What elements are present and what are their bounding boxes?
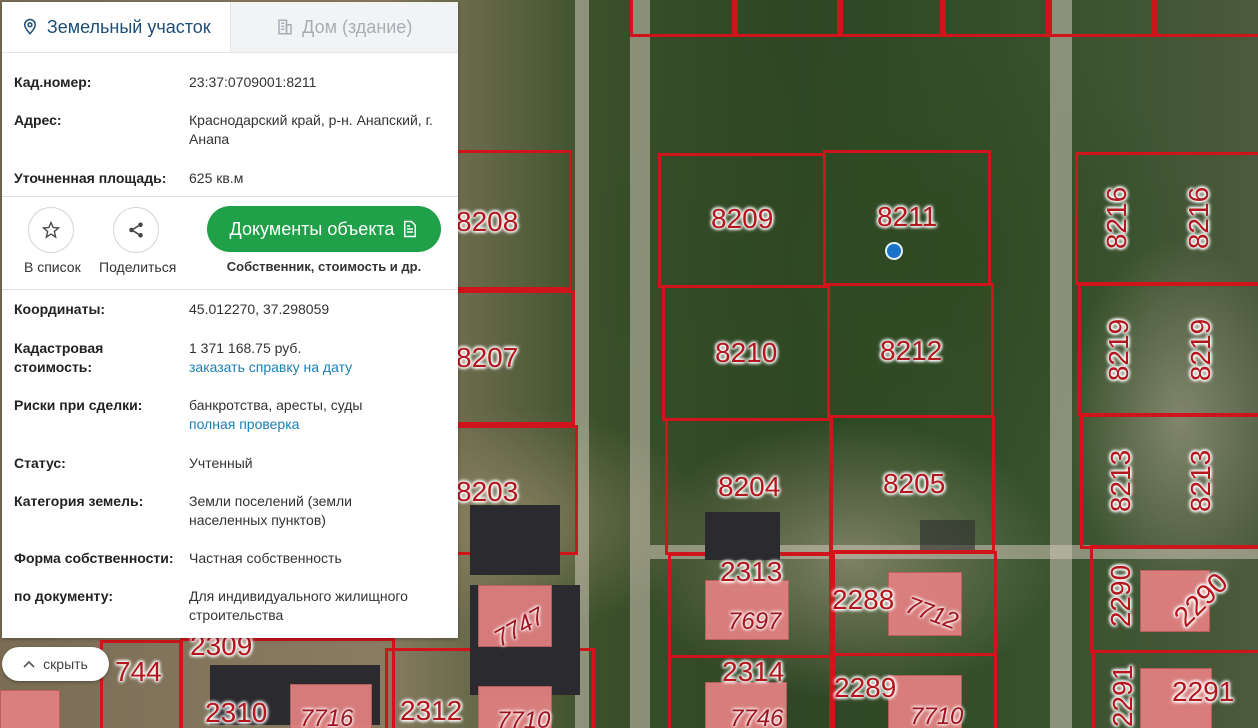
add-to-list-button[interactable] <box>28 207 74 253</box>
field-value: Краснодарский край, р-н. Анапский, г. Ан… <box>189 112 433 147</box>
field-value: 1 371 168.75 руб. <box>189 340 302 356</box>
field-value: Учтенный <box>189 455 253 471</box>
parcel-label: 8219 <box>1103 318 1135 382</box>
parcel-label: 8212 <box>880 335 943 366</box>
parcel-label: 8204 <box>718 471 781 502</box>
parcel-label: 8211 <box>877 201 938 232</box>
parcel[interactable] <box>1049 0 1155 37</box>
parcel-label: 8209 <box>711 203 774 234</box>
field-value: Частная собственность <box>189 550 342 566</box>
field-label: Категория земель: <box>14 493 144 509</box>
building-label: 7710 <box>910 703 964 728</box>
tab-label: Дом (здание) <box>302 16 413 37</box>
field-label: Статус: <box>14 455 66 471</box>
building-label: 7710 <box>497 707 551 728</box>
info-row-coordinates: Координаты: 45.012270, 37.298059 <box>2 300 458 319</box>
building-icon <box>278 19 292 35</box>
parcel-label: 2313 <box>720 556 783 587</box>
parcel-label: 8208 <box>456 206 519 237</box>
field-label: Форма собственности: <box>14 550 174 566</box>
add-to-list-label: В список <box>24 259 81 275</box>
field-value: банкротства, аресты, суды <box>189 397 363 413</box>
parcel-label: 8213 <box>1105 449 1137 513</box>
parcel[interactable] <box>840 0 943 37</box>
house-roof <box>470 505 560 575</box>
parcel-label: 8216 <box>1183 186 1215 250</box>
tab-building[interactable]: Дом (здание) <box>229 2 458 52</box>
order-certificate-link[interactable]: заказать справку на дату <box>189 358 446 377</box>
field-label: Риски при сделки: <box>14 397 143 413</box>
field-label: Уточненная площадь: <box>14 170 167 186</box>
field-value-group: 1 371 168.75 руб. заказать справку на да… <box>189 339 446 377</box>
building-label: 7697 <box>728 608 782 635</box>
selected-point-marker[interactable] <box>885 242 903 260</box>
field-label: Кад.номер: <box>14 74 92 90</box>
parcel-label: 2310 <box>205 697 268 728</box>
field-value: 45.012270, 37.298059 <box>189 301 330 317</box>
parcel[interactable] <box>943 0 1049 37</box>
building-label: 7746 <box>730 705 784 728</box>
document-icon <box>404 220 417 238</box>
parcel[interactable] <box>735 0 840 37</box>
road <box>630 0 650 728</box>
parcel-label: 2312 <box>400 695 463 726</box>
tab-label: Земельный участок <box>46 16 211 37</box>
house-roof <box>705 512 780 560</box>
full-check-link[interactable]: полная проверка <box>189 415 446 434</box>
info-row-document-use: по документу: Для индивидуального жилищн… <box>2 587 458 625</box>
documents-subtitle: Собственник, стоимость и др. <box>226 259 422 274</box>
field-label: Координаты: <box>14 301 106 317</box>
field-value-group: банкротства, аресты, суды полная проверк… <box>189 396 446 434</box>
parcel[interactable] <box>1155 0 1258 37</box>
button-label: Документы объекта <box>229 218 395 239</box>
building-label: 7716 <box>300 705 354 728</box>
tab-land-plot[interactable]: Земельный участок <box>2 2 230 52</box>
parcel-label: 744 <box>115 656 162 687</box>
parcel-label: 2291 <box>1172 676 1235 707</box>
actions-bar: В список Поделиться Документы объекта Со… <box>2 197 458 289</box>
info-row-area: Уточненная площадь: 625 кв.м <box>2 169 458 188</box>
parcel-label: 2291 <box>1107 664 1139 728</box>
parcel-label: 8203 <box>456 476 519 507</box>
field-value: 625 кв.м <box>189 170 244 186</box>
parcel-label: 8219 <box>1185 318 1217 382</box>
star-icon <box>41 220 61 239</box>
info-row-cadastral-cost: Кадастровая стоимость: 1 371 168.75 руб.… <box>2 339 458 377</box>
info-row-risks: Риски при сделки: банкротства, аресты, с… <box>2 396 458 434</box>
field-label: Кадастровая стоимость: <box>14 340 104 375</box>
share-icon <box>129 222 143 238</box>
field-label: Адрес: <box>14 112 62 128</box>
chevron-up-icon <box>23 660 35 668</box>
location-pin-icon <box>23 18 36 35</box>
parcel-label: 2288 <box>832 584 895 615</box>
parcel-label: 8207 <box>456 342 519 373</box>
share-label: Поделиться <box>99 259 177 275</box>
info-row-status: Статус: Учтенный <box>2 454 458 473</box>
field-label: по документу: <box>14 588 114 604</box>
cadastral-number-link[interactable]: 23:37:0709001:8211 <box>189 73 446 92</box>
info-row-address: Адрес: Краснодарский край, р-н. Анапский… <box>2 111 458 149</box>
parcel-label: 8205 <box>883 468 946 499</box>
building-footprint[interactable] <box>0 690 60 728</box>
house-roof <box>920 520 975 550</box>
parcel-label: 8213 <box>1185 449 1217 513</box>
info-row-cadastral: Кад.номер: 23:37:0709001:8211 <box>2 73 458 92</box>
parcel-info-panel: Земельный участок Дом (здание) Кад.номер… <box>2 2 458 638</box>
info-row-ownership: Форма собственности: Частная собственнос… <box>2 549 458 568</box>
parcel-label: 2290 <box>1105 564 1137 628</box>
parcel[interactable] <box>630 0 735 37</box>
field-value: Для индивидуального жилищного строительс… <box>189 588 408 623</box>
field-value: Земли поселений (земли населенных пункто… <box>189 493 352 528</box>
share-button[interactable] <box>113 207 159 253</box>
hide-panel-button[interactable]: скрыть <box>2 647 109 681</box>
parcel-label: 2289 <box>834 672 897 703</box>
parcel-label: 2314 <box>722 656 785 687</box>
tab-bar: Земельный участок Дом (здание) <box>2 2 458 53</box>
object-documents-button[interactable]: Документы объекта <box>207 206 441 252</box>
parcel-label: 8210 <box>715 337 778 368</box>
hide-label: скрыть <box>43 656 88 672</box>
road <box>1050 0 1072 728</box>
info-row-category: Категория земель: Земли поселений (земли… <box>2 492 458 530</box>
parcel-label: 8216 <box>1101 186 1133 250</box>
